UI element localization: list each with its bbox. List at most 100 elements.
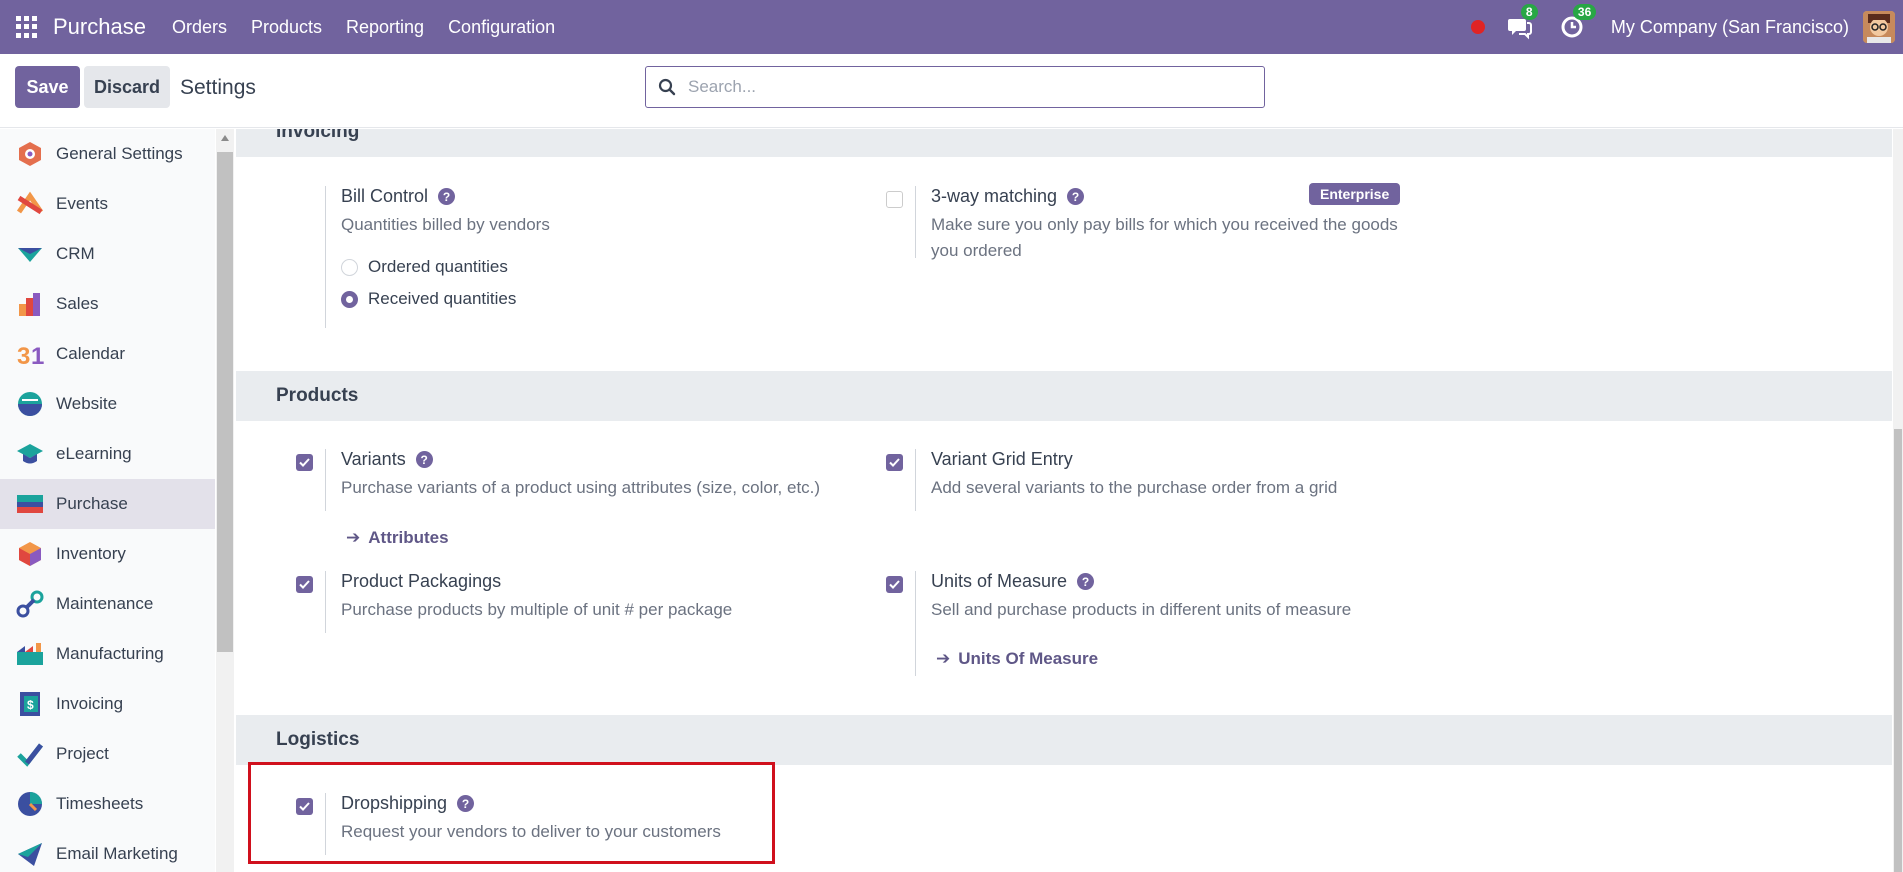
- sidebar-item-label: Purchase: [56, 494, 128, 513]
- timesheets-icon: [18, 792, 42, 816]
- menu-reporting[interactable]: Reporting: [346, 17, 424, 38]
- search-input[interactable]: [688, 77, 1228, 97]
- radio-label: Received quantities: [368, 289, 517, 308]
- three-way-matching-checkbox[interactable]: [886, 191, 903, 208]
- sidebar-item-inventory[interactable]: Inventory: [0, 529, 215, 579]
- search-bar[interactable]: [645, 66, 1265, 108]
- link-label: Attributes: [368, 528, 449, 547]
- sidebar-item-calendar[interactable]: 31 Calendar: [0, 329, 215, 379]
- setting-three-way-matching: 3-way matching ? Make sure you only pay …: [915, 183, 1892, 260]
- recording-indicator-icon[interactable]: [1470, 20, 1485, 34]
- messages-badge: 8: [1520, 4, 1538, 20]
- variant-grid-checkbox[interactable]: [886, 454, 903, 471]
- discard-button[interactable]: Discard: [84, 66, 170, 108]
- setting-product-packagings: Product Packagings Purchase products by …: [325, 571, 885, 633]
- sidebar-item-label: Timesheets: [56, 794, 144, 813]
- section-header-invoicing: Invoicing: [236, 129, 1892, 157]
- setting-variants: Variants ? Purchase variants of a produc…: [325, 449, 885, 511]
- setting-title: 3-way matching ?: [931, 186, 1085, 207]
- variants-checkbox[interactable]: [296, 454, 313, 471]
- sidebar-item-label: eLearning: [56, 444, 132, 463]
- help-icon[interactable]: ?: [438, 188, 456, 205]
- invoicing-icon: $: [20, 692, 40, 716]
- setting-description: Add several variants to the purchase ord…: [931, 478, 1338, 497]
- uom-title: Units of Measure: [931, 571, 1068, 591]
- messages-icon[interactable]: 8: [1507, 4, 1538, 40]
- project-icon: [17, 743, 43, 767]
- sidebar-item-events[interactable]: Events: [0, 179, 215, 229]
- user-avatar[interactable]: [1863, 11, 1895, 43]
- setting-title: Bill Control ?: [341, 186, 456, 207]
- setting-title: Variants ?: [341, 449, 433, 470]
- sidebar-item-manufacturing[interactable]: Manufacturing: [0, 629, 215, 679]
- bill-control-title: Bill Control: [341, 186, 429, 206]
- events-icon: [16, 191, 44, 215]
- app-name[interactable]: Purchase: [53, 14, 146, 40]
- main-scroll-thumb[interactable]: [1894, 429, 1902, 872]
- setting-description: Make sure you only pay bills for which y…: [931, 212, 1398, 264]
- setting-variant-grid-entry: Variant Grid Entry Add several variants …: [915, 449, 1475, 511]
- sidebar-item-invoicing[interactable]: $ Invoicing: [0, 679, 215, 729]
- help-icon[interactable]: ?: [415, 451, 433, 468]
- radio-received-quantities[interactable]: Received quantities: [341, 289, 516, 309]
- setting-bill-control: Bill Control ? Quantities billed by vend…: [325, 186, 745, 328]
- activities-icon[interactable]: 36: [1559, 4, 1597, 40]
- enterprise-badge[interactable]: Enterprise: [1309, 183, 1401, 205]
- sidebar-scrollbar[interactable]: [216, 129, 234, 872]
- search-icon: [658, 78, 676, 96]
- svg-text:3: 3: [17, 343, 30, 368]
- radio-ordered-quantities[interactable]: Ordered quantities: [341, 257, 508, 277]
- setting-title: Product Packagings: [341, 571, 502, 591]
- main-scrollbar[interactable]: [1893, 129, 1903, 872]
- sidebar-item-crm[interactable]: CRM: [0, 229, 215, 279]
- sidebar-item-maintenance[interactable]: Maintenance: [0, 579, 215, 629]
- company-switcher[interactable]: My Company (San Francisco): [1611, 17, 1849, 38]
- sidebar-item-label: Website: [56, 394, 118, 413]
- sidebar-item-label: General Settings: [56, 144, 183, 163]
- radio-button[interactable]: [341, 258, 358, 276]
- units-of-measure-checkbox[interactable]: [886, 576, 903, 593]
- sidebar-item-purchase[interactable]: Purchase: [0, 479, 215, 529]
- save-button[interactable]: Save: [15, 66, 80, 108]
- help-icon[interactable]: ?: [1067, 188, 1085, 205]
- setting-description: Purchase variants of a product using att…: [341, 478, 821, 497]
- sidebar-item-general-settings[interactable]: General Settings: [0, 129, 215, 179]
- scroll-up-arrow-icon[interactable]: [221, 135, 229, 141]
- description-line: you ordered: [931, 241, 1022, 260]
- sidebar-item-sales[interactable]: Sales: [0, 279, 215, 329]
- activities-badge: 36: [1572, 4, 1597, 20]
- sidebar-item-elearning[interactable]: eLearning: [0, 429, 215, 479]
- setting-description: Purchase products by multiple of unit # …: [341, 600, 733, 619]
- inventory-icon: [19, 542, 41, 566]
- variants-title: Variants: [341, 449, 406, 469]
- radio-button-selected[interactable]: [341, 290, 358, 308]
- sidebar-item-label: Maintenance: [56, 594, 154, 613]
- sidebar-item-label: CRM: [56, 244, 95, 263]
- sidebar-item-project[interactable]: Project: [0, 729, 215, 779]
- email-marketing-icon: [18, 843, 42, 866]
- sidebar-item-timesheets[interactable]: Timesheets: [0, 779, 215, 829]
- purchase-icon: [17, 495, 43, 513]
- crm-icon: [18, 248, 42, 262]
- attributes-link[interactable]: ➔ Attributes: [346, 528, 449, 548]
- sidebar-item-website[interactable]: Website: [0, 379, 215, 429]
- sidebar-item-label: Inventory: [56, 544, 126, 563]
- help-icon[interactable]: ?: [1077, 573, 1095, 590]
- product-packagings-checkbox[interactable]: [296, 576, 313, 593]
- apps-menu-icon[interactable]: [16, 16, 38, 38]
- menu-orders[interactable]: Orders: [172, 17, 227, 38]
- sidebar-item-label: Calendar: [56, 344, 125, 363]
- sidebar-item-label: Invoicing: [56, 694, 124, 713]
- menu-products[interactable]: Products: [251, 17, 322, 38]
- sidebar-item-label: Sales: [56, 294, 99, 313]
- setting-description: Sell and purchase products in different …: [931, 600, 1352, 619]
- section-header-products: Products: [236, 371, 1892, 421]
- units-of-measure-link[interactable]: ➔ Units Of Measure: [936, 649, 1098, 669]
- calendar-icon: 31: [17, 343, 44, 368]
- svg-text:1: 1: [31, 343, 44, 368]
- sales-icon: [19, 293, 40, 316]
- sidebar-item-email-marketing[interactable]: Email Marketing: [0, 829, 215, 872]
- menu-configuration[interactable]: Configuration: [448, 17, 555, 38]
- sidebar-scroll-thumb[interactable]: [217, 152, 233, 652]
- sidebar-item-label: Manufacturing: [56, 644, 164, 663]
